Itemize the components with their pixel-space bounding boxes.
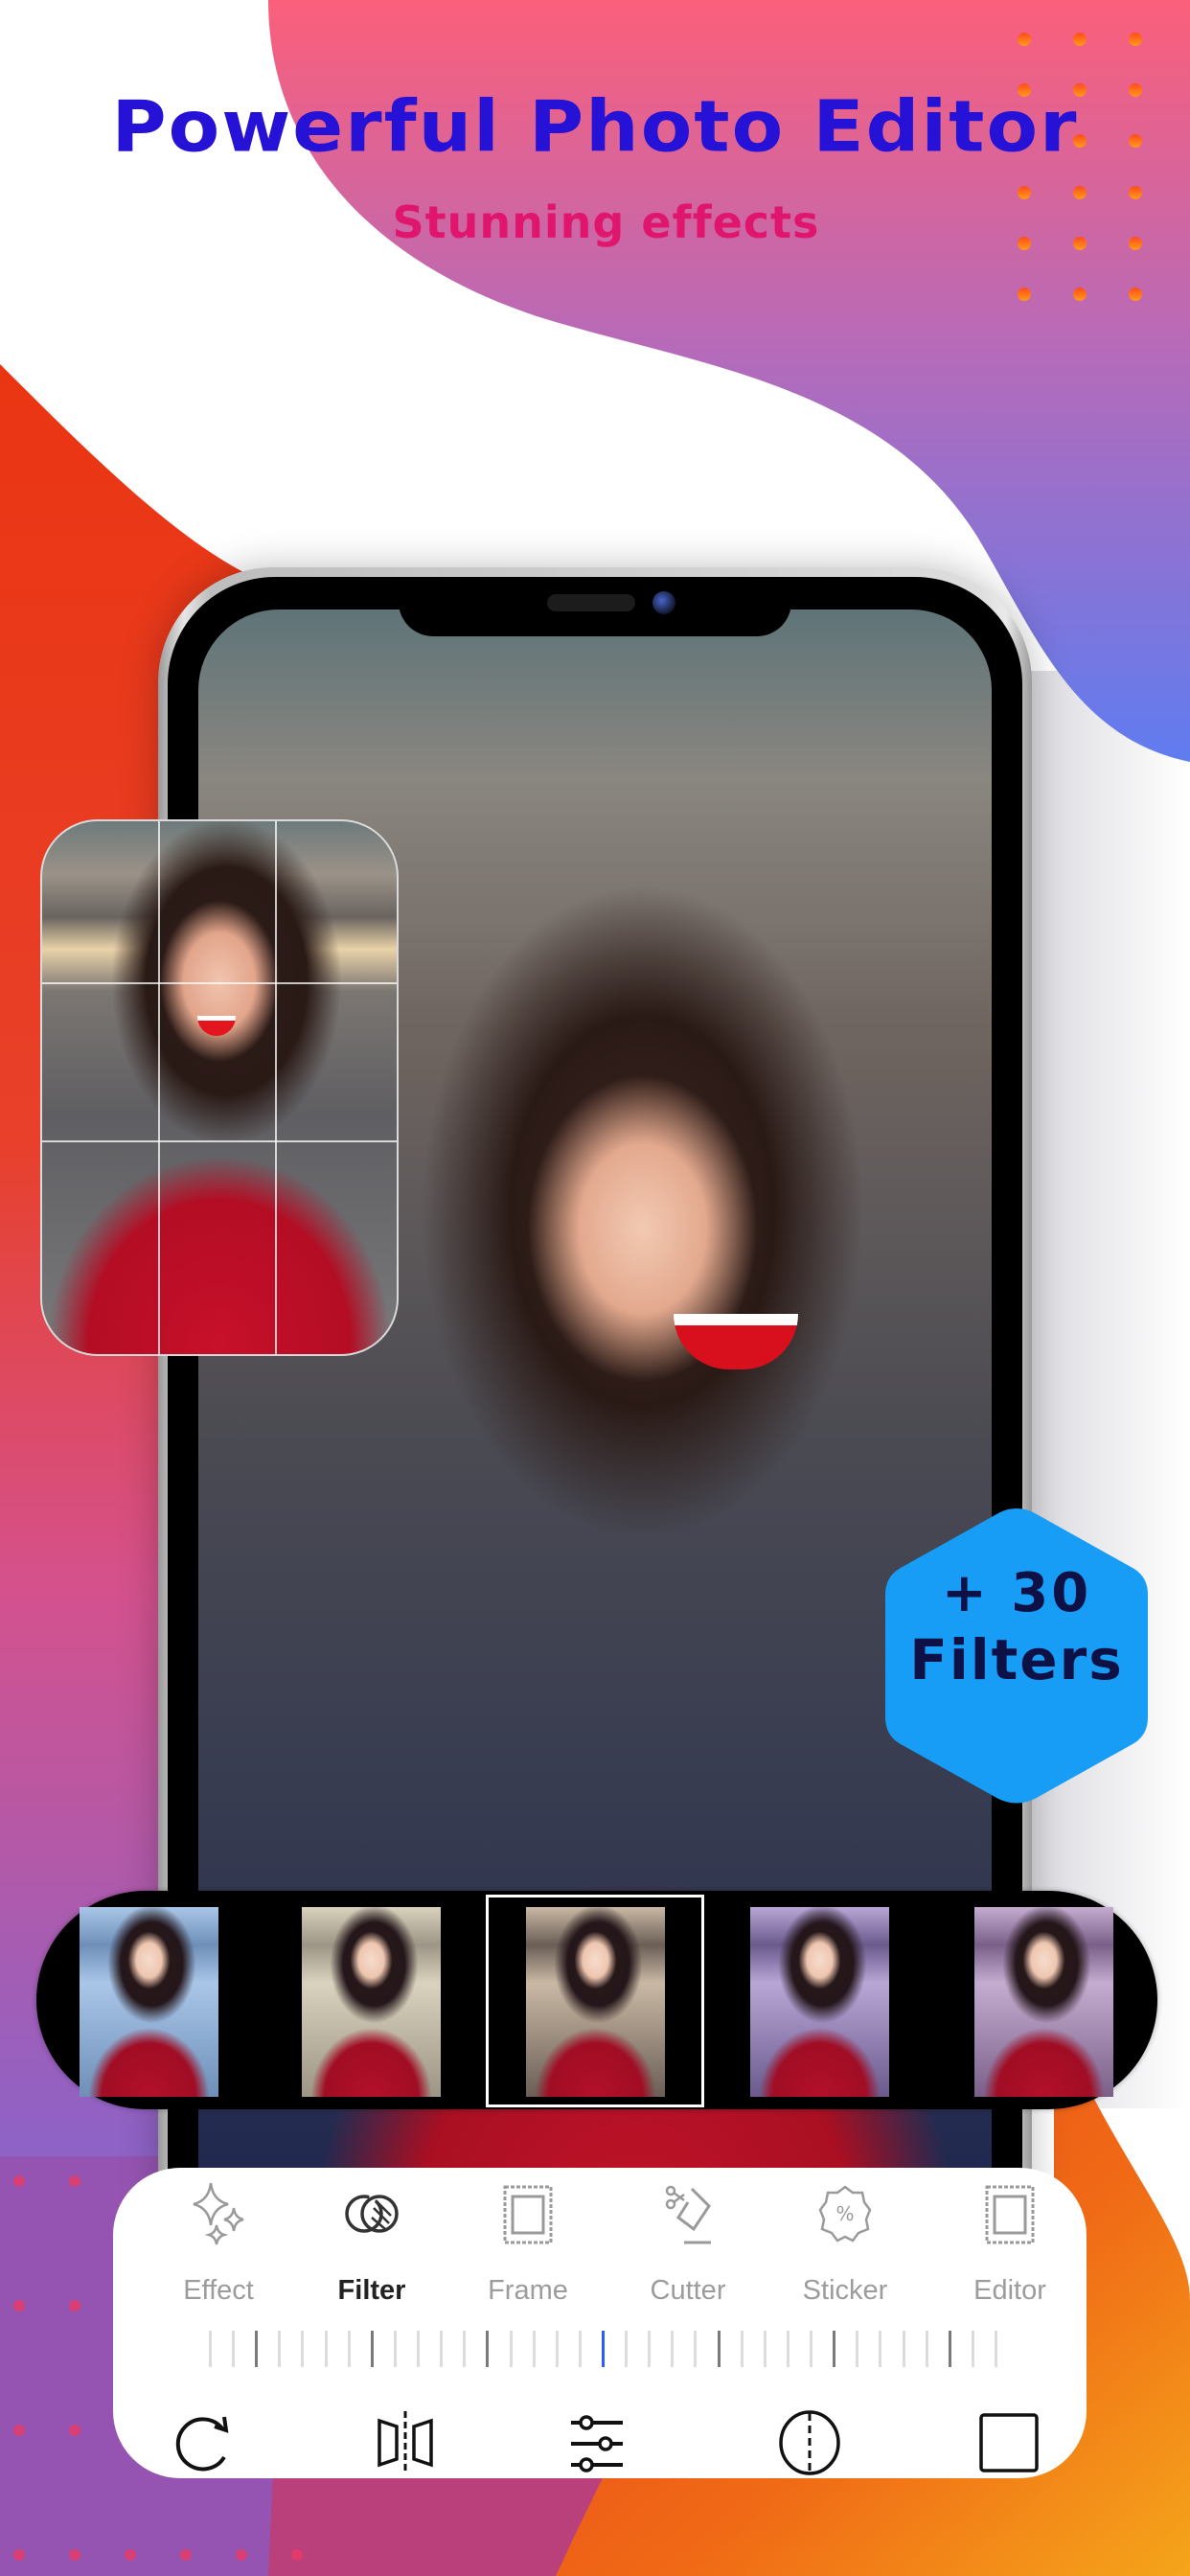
speaker-grille (547, 594, 635, 611)
slider-tick (347, 2331, 351, 2367)
filters-count-badge: + 30 Filters (881, 1505, 1152, 1807)
phone-notch (399, 577, 791, 636)
tool-label: Filter (337, 2275, 406, 2306)
scissors-tag-icon (665, 2185, 711, 2244)
slider-tick (671, 2331, 675, 2367)
filter-thumbnail-faded[interactable] (302, 1907, 441, 2097)
slider-tick (648, 2331, 652, 2367)
slider-tick (995, 2331, 997, 2367)
slider-tick (717, 2331, 721, 2367)
slider-tick (509, 2331, 513, 2367)
filter-thumbnail-warm-violet[interactable] (974, 1907, 1113, 2097)
photo-subject-smile (674, 1314, 798, 1369)
slider-tick (856, 2331, 859, 2367)
slider-tick (948, 2331, 951, 2367)
slider-tick (463, 2331, 467, 2367)
slider-tick (278, 2331, 282, 2367)
ellipse-split-icon[interactable] (776, 2409, 843, 2476)
selected-filter-outline (486, 1895, 704, 2107)
slider-tick (255, 2331, 259, 2367)
slider-tick (625, 2331, 629, 2367)
slider-tick (555, 2331, 559, 2367)
tool-label: Cutter (650, 2275, 726, 2306)
slider-tick (232, 2331, 236, 2367)
slider-tick (440, 2331, 444, 2367)
badge-label: Filters (909, 1627, 1124, 1692)
overlapping-circles-icon (345, 2195, 399, 2233)
slider-tick (971, 2331, 974, 2367)
slider-tick (879, 2331, 882, 2367)
slider-current-tick (602, 2331, 605, 2367)
slider-tick (370, 2331, 374, 2367)
filter-thumbnail-cool[interactable] (80, 1907, 218, 2097)
slider-tick (578, 2331, 582, 2367)
sparkles-icon (193, 2182, 244, 2245)
slider-tick (786, 2331, 790, 2367)
crop-grid-line (275, 821, 277, 1354)
slider-tick (209, 2331, 212, 2367)
front-camera (652, 591, 675, 614)
slider-tick (393, 2331, 397, 2367)
slider-tick (810, 2331, 813, 2367)
slider-tick (532, 2331, 536, 2367)
editor-toolbar: Effect Filter Frame Cutter % Sticker Edi… (113, 2168, 1087, 2478)
slider-tick (740, 2331, 744, 2367)
slider-tick (486, 2331, 490, 2367)
tool-label: Editor (973, 2275, 1046, 2306)
tool-label: Effect (183, 2275, 254, 2306)
slider-tick (925, 2331, 928, 2367)
tool-label: Frame (488, 2275, 568, 2306)
percent-badge-icon: % (818, 2185, 872, 2242)
flip-horizontal-icon[interactable] (372, 2409, 439, 2476)
crop-grid-line (42, 1140, 397, 1142)
slider-tick (763, 2331, 767, 2367)
slider-tick (301, 2331, 305, 2367)
square-icon[interactable] (975, 2409, 1042, 2476)
stamp-frame-icon (503, 2185, 553, 2244)
sliders-icon[interactable] (563, 2409, 630, 2476)
svg-text:%: % (835, 2202, 854, 2225)
tool-label: Sticker (802, 2275, 888, 2306)
crop-grid-line (158, 821, 160, 1354)
filter-thumbnail-violet[interactable] (750, 1907, 889, 2097)
badge-count: + 30 (941, 1562, 1092, 1624)
slider-tick (417, 2331, 421, 2367)
promo-subheadline: Stunning effects (392, 196, 820, 248)
crop-preview[interactable] (40, 819, 399, 1356)
slider-tick (902, 2331, 905, 2367)
slider-tick (324, 2331, 328, 2367)
slider-tick (694, 2331, 698, 2367)
crop-subject-smile (197, 1016, 236, 1036)
stamp-frame-icon (985, 2185, 1035, 2244)
crop-grid-line (42, 982, 397, 984)
promo-headline: Powerful Photo Editor (111, 86, 1079, 169)
filter-thumbnail-strip (36, 1891, 1157, 2109)
rotate-icon[interactable] (172, 2409, 240, 2476)
intensity-slider[interactable] (209, 2331, 997, 2369)
slider-tick (833, 2331, 836, 2367)
